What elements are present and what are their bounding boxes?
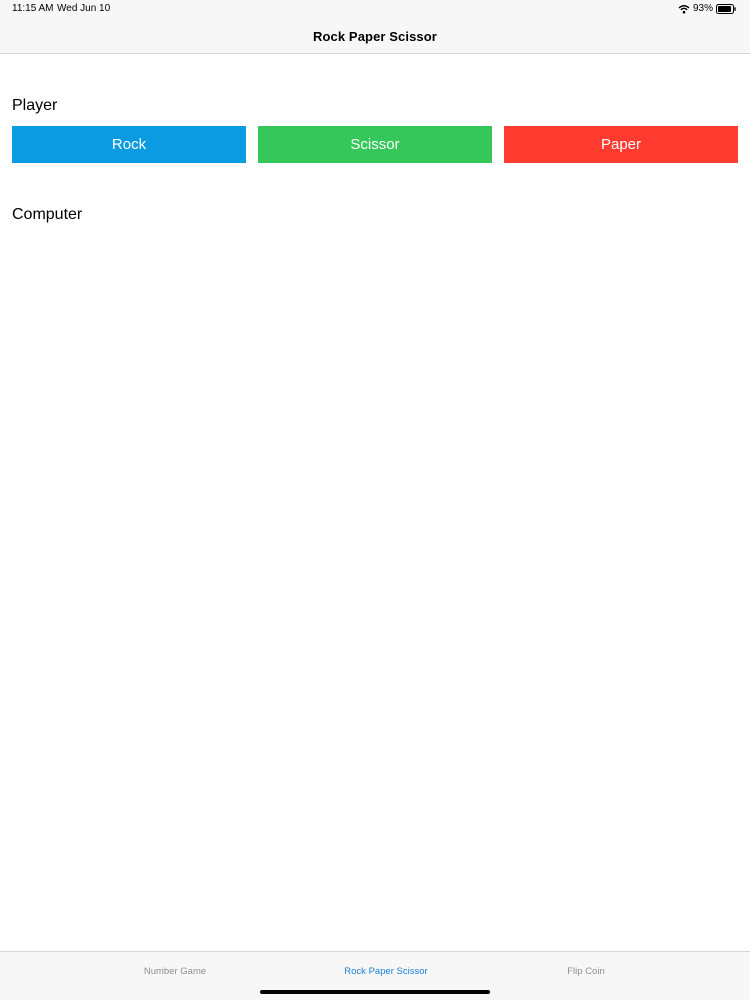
tab-flip-coin[interactable]: Flip Coin xyxy=(567,966,605,977)
nav-title: Rock Paper Scissor xyxy=(313,29,437,44)
scissor-button[interactable]: Scissor xyxy=(258,126,492,163)
app-screen: 11:15 AM Wed Jun 10 93% Rock Paper Sciss… xyxy=(0,0,750,1000)
tab-number-game[interactable]: Number Game xyxy=(144,966,206,977)
status-date: Wed Jun 10 xyxy=(57,3,111,14)
rock-button[interactable]: Rock xyxy=(12,126,246,163)
status-indicators: 93% xyxy=(678,3,736,14)
wifi-icon xyxy=(678,4,690,13)
player-label: Player xyxy=(12,97,58,114)
top-bar: 11:15 AM Wed Jun 10 93% Rock Paper Sciss… xyxy=(0,0,750,54)
paper-button[interactable]: Paper xyxy=(504,126,738,163)
status-time: 11:15 AM xyxy=(12,3,54,14)
home-indicator xyxy=(260,990,490,994)
battery-icon xyxy=(716,3,736,14)
tab-rock-paper-scissor[interactable]: Rock Paper Scissor xyxy=(344,966,427,977)
computer-label: Computer xyxy=(12,206,83,223)
battery-percent: 93% xyxy=(692,3,713,14)
